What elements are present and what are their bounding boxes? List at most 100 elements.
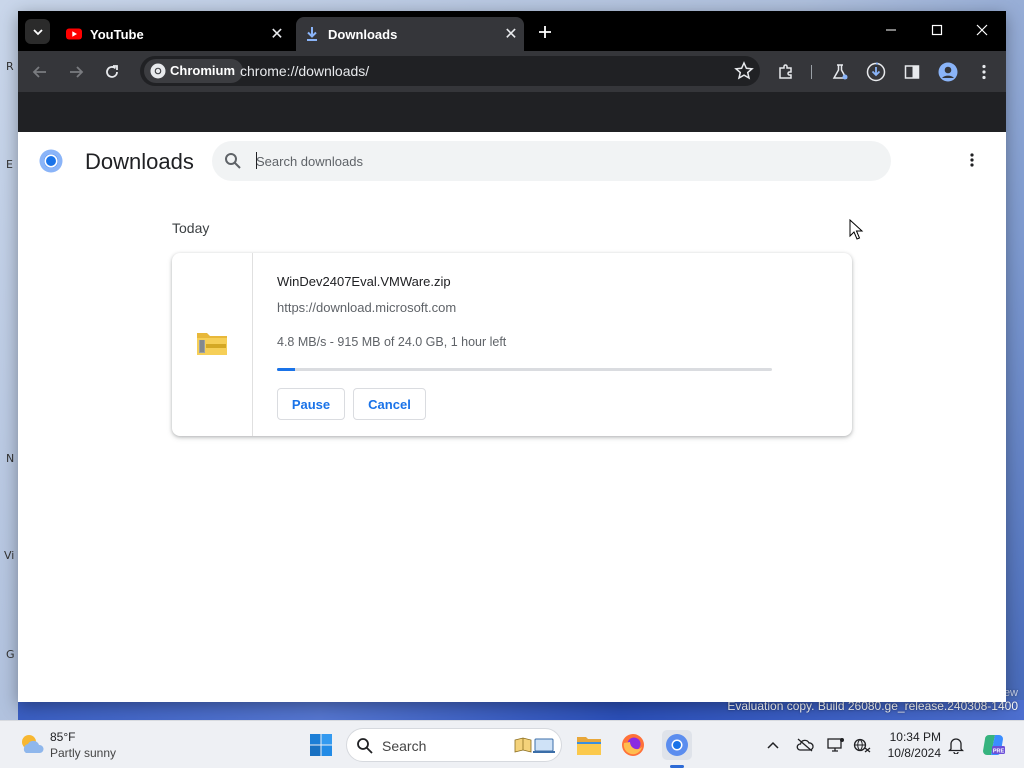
new-tab-button[interactable] — [534, 21, 556, 43]
pause-button[interactable]: Pause — [277, 388, 345, 420]
chromium-taskbar-button[interactable] — [662, 730, 692, 760]
reload-icon — [106, 65, 118, 78]
zip-folder-icon — [197, 333, 227, 355]
browser-window: YouTube ✕ Downloads ✕ Chromium chrome://… — [18, 11, 1006, 702]
desktop-icon-label: E — [6, 158, 13, 171]
browser-toolbar: Chromium chrome://downloads/ — [18, 51, 1006, 92]
close-window-button[interactable] — [962, 17, 1002, 43]
download-progress-icon — [866, 62, 886, 82]
minimize-icon — [886, 29, 896, 31]
chromium-icon — [666, 734, 688, 756]
tab-youtube[interactable]: YouTube ✕ — [58, 17, 290, 51]
search-icon — [225, 153, 241, 169]
profile-avatar-icon — [938, 62, 958, 82]
desktop-icon-label: R — [6, 60, 14, 73]
minimize-button[interactable] — [871, 17, 911, 43]
system-clock[interactable]: 10:34 PM 10/8/2024 — [883, 729, 941, 761]
weather-temperature: 85°F — [50, 730, 76, 744]
cloud-off-icon — [796, 738, 814, 752]
forward-button[interactable] — [65, 61, 87, 83]
back-button[interactable] — [29, 61, 51, 83]
date-group-header: Today — [172, 220, 210, 236]
arrow-left-icon — [32, 66, 46, 78]
side-panel-icon — [904, 65, 920, 79]
desktop-icon-label: Vi — [4, 549, 15, 562]
file-name-link[interactable]: WinDev2407Eval.VMWare.zip — [277, 274, 451, 289]
tab-search-button[interactable] — [25, 19, 50, 44]
source-url-link[interactable]: https://download.microsoft.com — [277, 300, 456, 315]
windows-logo-icon — [310, 734, 332, 756]
bell-icon — [948, 738, 964, 754]
close-tab-icon[interactable]: ✕ — [268, 25, 286, 43]
network-button[interactable] — [852, 735, 872, 755]
toolbar-separator — [811, 65, 812, 79]
plus-icon — [539, 26, 551, 38]
weather-widget[interactable]: 85°F Partly sunny — [18, 729, 138, 763]
side-panel-button[interactable] — [901, 61, 923, 83]
desktop-icon-label: N — [6, 452, 15, 465]
firefox-button[interactable] — [618, 730, 648, 760]
arrow-right-icon — [70, 66, 84, 78]
network-globe-icon — [853, 738, 871, 753]
reload-button[interactable] — [101, 61, 123, 83]
maximize-button[interactable] — [917, 17, 957, 43]
desktop-edge: R E N Vi G — [0, 0, 18, 720]
url-text: chrome://downloads/ — [240, 63, 370, 79]
download-status-text: 4.8 MB/s - 915 MB of 24.0 GB, 1 hour lef… — [277, 335, 507, 349]
download-progress-bar — [277, 368, 772, 371]
tab-downloads[interactable]: Downloads ✕ — [296, 17, 524, 51]
taskbar: 85°F Partly sunny Search 10:34 PM 10/8/2… — [0, 720, 1024, 768]
tab-title: Downloads — [328, 27, 398, 42]
taskbar-search-box[interactable]: Search — [346, 728, 562, 762]
profile-button[interactable] — [937, 61, 959, 83]
tab-strip: YouTube ✕ Downloads ✕ — [18, 11, 1006, 51]
onedrive-button[interactable] — [795, 735, 815, 755]
cancel-button[interactable]: Cancel — [353, 388, 426, 420]
firefox-icon — [622, 734, 644, 756]
monitor-icon — [827, 738, 844, 752]
tab-title: YouTube — [90, 27, 144, 42]
copilot-button[interactable]: PRE — [980, 732, 1006, 758]
downloads-page: Downloads Today WinDev2407 — [18, 132, 1006, 702]
maximize-icon — [931, 24, 943, 36]
start-button[interactable] — [306, 730, 336, 760]
site-info-label: Chromium — [170, 63, 235, 78]
search-downloads-input[interactable] — [256, 149, 856, 173]
address-bar[interactable]: Chromium chrome://downloads/ — [140, 56, 760, 86]
labs-button[interactable] — [829, 61, 851, 83]
close-tab-icon[interactable]: ✕ — [502, 25, 520, 43]
close-icon — [976, 24, 988, 36]
youtube-icon — [66, 28, 82, 40]
page-more-actions-button[interactable] — [962, 150, 982, 170]
chromium-icon — [150, 63, 166, 79]
bookmarks-bar-area — [18, 92, 1006, 132]
show-hidden-icons-button[interactable] — [763, 735, 783, 755]
search-icon — [357, 738, 373, 754]
puzzle-icon — [779, 64, 792, 79]
browser-menu-button[interactable] — [973, 61, 995, 83]
weather-condition: Partly sunny — [50, 746, 117, 760]
kebab-menu-icon — [982, 64, 986, 80]
notifications-button[interactable] — [946, 735, 966, 755]
search-downloads-box[interactable] — [212, 141, 891, 181]
text-caret — [256, 152, 257, 169]
display-button[interactable] — [826, 735, 846, 755]
copilot-icon: PRE — [983, 735, 1005, 755]
copilot-badge: PRE — [993, 749, 1005, 755]
bookmark-star-icon[interactable] — [734, 61, 754, 81]
download-item: WinDev2407Eval.VMWare.zip https://downlo… — [172, 253, 852, 436]
kebab-menu-icon — [970, 153, 974, 167]
download-progress-fill — [277, 368, 296, 371]
site-info-chip[interactable]: Chromium — [144, 59, 243, 83]
card-divider — [252, 253, 253, 436]
extensions-button[interactable] — [775, 61, 797, 83]
search-highlight-illustration-icon — [514, 737, 555, 753]
taskbar-search-label: Search — [382, 738, 427, 754]
page-title: Downloads — [85, 149, 194, 174]
file-explorer-button[interactable] — [574, 730, 604, 760]
desktop-icon-label: G — [6, 648, 15, 661]
downloads-button[interactable] — [865, 61, 887, 83]
flask-icon — [832, 64, 848, 80]
download-icon — [307, 27, 317, 41]
chromium-logo-icon — [39, 149, 63, 173]
